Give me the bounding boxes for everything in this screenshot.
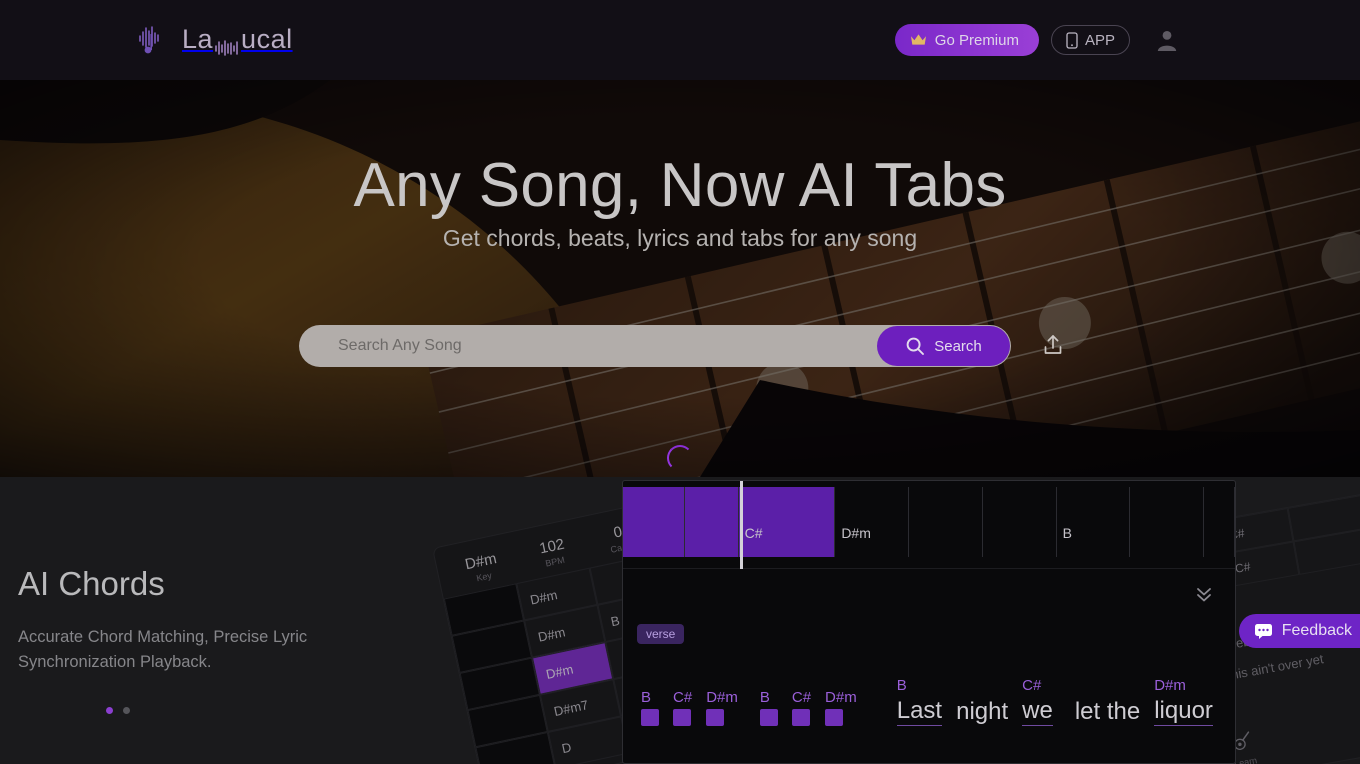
timeline-measure[interactable] xyxy=(1204,487,1235,557)
go-premium-button[interactable]: Go Premium xyxy=(894,24,1039,56)
hero-overlay-scrim xyxy=(0,80,1360,477)
timeline-measure[interactable]: C# xyxy=(738,487,836,557)
waveform-logo-icon xyxy=(139,26,159,54)
magnifier-icon xyxy=(906,337,925,355)
lyric-unit[interactable]: C# xyxy=(791,689,812,726)
page-root: La ucal Go Premium APP Any Song, Now AI … xyxy=(0,0,1360,764)
crown-icon xyxy=(910,34,926,45)
logo-text-suffix: ucal xyxy=(241,24,293,54)
lyric-unit[interactable]: D#m liquor xyxy=(1154,677,1213,726)
lyric-unit[interactable]: B Last xyxy=(896,677,943,726)
loading-indicator: Loading... xyxy=(0,445,1360,477)
loading-spinner-icon xyxy=(667,445,693,471)
timeline-measure[interactable] xyxy=(623,487,685,557)
timeline-measure[interactable] xyxy=(983,487,1057,557)
panel-toolbar xyxy=(623,569,1235,625)
lyric-chord-label xyxy=(1075,678,1140,695)
timeline-chord-label: C# xyxy=(744,525,763,541)
lyric-word: liquor xyxy=(1154,697,1213,726)
logo-text-prefix: La xyxy=(182,24,214,54)
logo-wave-glyph xyxy=(214,31,240,56)
lyric-chord-line: B C# D#m B C# D#m B Last night C# we let the D#m li… xyxy=(641,677,1227,726)
expand-panel-button[interactable] xyxy=(1191,581,1217,610)
lyric-chord-label: D#m xyxy=(825,689,857,706)
logo[interactable]: La ucal xyxy=(138,22,293,56)
lyric-unit[interactable]: night xyxy=(956,678,1008,726)
timeline-measure[interactable] xyxy=(684,487,739,557)
feedback-button[interactable]: Feedback xyxy=(1238,614,1360,648)
lyric-chord-label: D#m xyxy=(1154,677,1186,694)
lyric-unit[interactable]: B xyxy=(759,689,778,726)
app-label: APP xyxy=(1084,31,1115,49)
chord-beat-block xyxy=(673,709,691,726)
lyric-word: night xyxy=(956,698,1009,725)
lyric-unit[interactable]: B xyxy=(641,689,659,726)
user-avatar-icon xyxy=(1157,31,1177,51)
carousel-dots xyxy=(106,707,130,714)
upload-share-icon xyxy=(1044,334,1062,354)
app-download-button[interactable]: APP xyxy=(1050,25,1130,55)
feature-title: AI Chords xyxy=(18,565,165,602)
logo-text: La ucal xyxy=(182,22,293,56)
hero-subtitle: Get chords, beats, lyrics and tabs for a… xyxy=(442,225,918,251)
lyric-chord-label: B xyxy=(759,689,770,706)
lyric-chord-label: C# xyxy=(791,689,812,706)
search-button[interactable]: Search xyxy=(877,326,1010,366)
hero-title: Any Song, Now AI Tabs xyxy=(353,151,1007,220)
carousel-dot-2[interactable] xyxy=(123,707,130,714)
feature-description: Accurate Chord Matching, Precise Lyric S… xyxy=(18,628,308,671)
lyric-chord-label: C# xyxy=(673,689,693,706)
upload-song-button[interactable] xyxy=(1036,328,1070,365)
chord-beat-block xyxy=(759,709,778,726)
left-card-stat-bpm: 102 BPM xyxy=(538,536,569,570)
lyric-unit[interactable]: D#m xyxy=(825,689,857,726)
lyric-word: Last xyxy=(896,697,943,726)
search-row: Search xyxy=(299,325,1070,367)
chat-bubble-icon xyxy=(1254,624,1272,639)
chord-timeline[interactable]: C# D#m B xyxy=(623,481,1235,569)
lyric-unit[interactable]: C# we xyxy=(1022,677,1053,726)
timeline-measure[interactable]: D#m xyxy=(835,487,910,557)
learn-label: Learn xyxy=(1233,755,1258,764)
timeline-measure[interactable] xyxy=(909,487,983,557)
chord-beat-block xyxy=(791,709,810,726)
search-bar: Search xyxy=(299,325,1011,367)
lyric-word: we xyxy=(1022,697,1053,726)
lyric-unit[interactable]: let the xyxy=(1075,678,1140,726)
header-actions: Go Premium APP xyxy=(894,24,1180,56)
carousel-dot-1[interactable] xyxy=(106,707,113,714)
lyric-unit[interactable]: D#m xyxy=(706,689,738,726)
hero-section: Any Song, Now AI Tabs Get chords, beats,… xyxy=(0,80,1360,477)
chord-beat-block xyxy=(825,709,844,726)
chord-beat-block xyxy=(706,709,725,726)
mobile-phone-icon xyxy=(1066,31,1078,49)
go-premium-label: Go Premium xyxy=(934,31,1019,49)
timeline-chord-label: D#m xyxy=(841,525,871,541)
site-header: La ucal Go Premium APP xyxy=(0,0,1360,80)
playhead-cursor[interactable] xyxy=(740,481,743,569)
search-button-label: Search xyxy=(934,337,982,355)
user-avatar-button[interactable] xyxy=(1154,27,1180,53)
left-card-stat-key: D#m Key xyxy=(464,550,501,585)
double-chevron-down-icon xyxy=(1197,588,1211,602)
section-label-chip[interactable]: verse xyxy=(637,624,685,644)
timeline-measure[interactable]: B xyxy=(1057,487,1131,557)
chord-player-panel: C# D#m B verse B C# D#m B C# D#m B Last night C# we… xyxy=(622,480,1236,764)
feature-text-block: AI Chords Accurate Chord Matching, Preci… xyxy=(18,565,418,675)
lyric-chord-label: B xyxy=(641,689,652,706)
lyric-chord-label xyxy=(956,678,1008,695)
timeline-measure[interactable] xyxy=(1130,487,1205,557)
timeline-measures: C# D#m B xyxy=(623,487,1235,557)
lyric-chord-label: C# xyxy=(1022,677,1042,694)
timeline-chord-label: B xyxy=(1062,525,1072,541)
lyric-unit[interactable]: C# xyxy=(673,689,692,726)
lyric-chord-label: D#m xyxy=(706,689,738,706)
lyric-chord-label: B xyxy=(896,677,907,694)
feedback-label: Feedback xyxy=(1281,622,1352,639)
chord-beat-block xyxy=(641,709,659,726)
lyric-word: let the xyxy=(1074,698,1141,725)
